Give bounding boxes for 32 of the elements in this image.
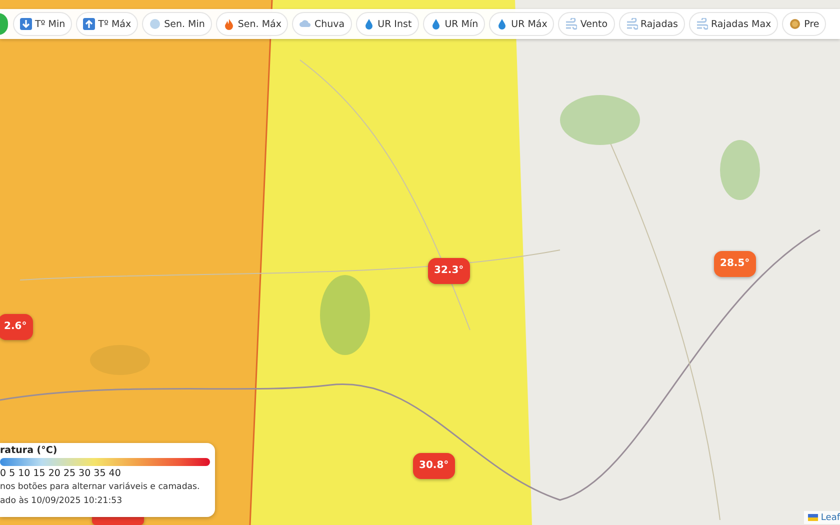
temperature-marker[interactable]: 30.8° [413,453,455,479]
arrow-down-icon [20,18,32,30]
layer-button[interactable]: Tº Máx [76,12,138,36]
layer-button[interactable]: Chuva [292,12,352,36]
arrow-up-icon [83,18,96,30]
layer-button[interactable]: Pre [782,12,826,36]
wind-icon [565,18,578,30]
hint-text: nos botões para alternar variáveis e camadas. [0,481,201,493]
droplet-icon [496,18,508,30]
layer-button[interactable]: UR Máx [489,12,554,36]
wind-icon [696,18,708,30]
layer-button[interactable]: Rajadas Max [689,12,778,36]
layer-button[interactable]: UR Mín [422,12,486,36]
droplet-icon [362,18,375,30]
update-time: ado às 10/09/2025 10:21:53 [0,495,124,507]
legend-title: ratura (°C) [0,445,58,456]
flame-icon [222,18,235,30]
layer-button[interactable]: Sen. Máx [216,12,288,36]
droplet-icon [430,18,442,30]
layer-button[interactable]: Sen. Min [142,12,212,36]
temperature-marker[interactable]: 32.3° [428,258,470,284]
layer-button[interactable]: Vento [558,12,615,36]
layer-button[interactable]: UR Inst [356,12,419,36]
flag-icon [808,514,818,521]
temperature-marker[interactable]: 2.6° [0,314,33,340]
attribution-link[interactable]: Leaf [804,511,840,524]
wind-icon [626,18,638,30]
layer-button[interactable]: Tº Min [13,12,72,36]
scale-labels: 0 5 10 15 20 25 30 35 40 [0,468,122,479]
cloud-icon [299,18,312,30]
coin-icon [789,18,802,30]
layer-button[interactable]: Rajadas [618,12,685,36]
